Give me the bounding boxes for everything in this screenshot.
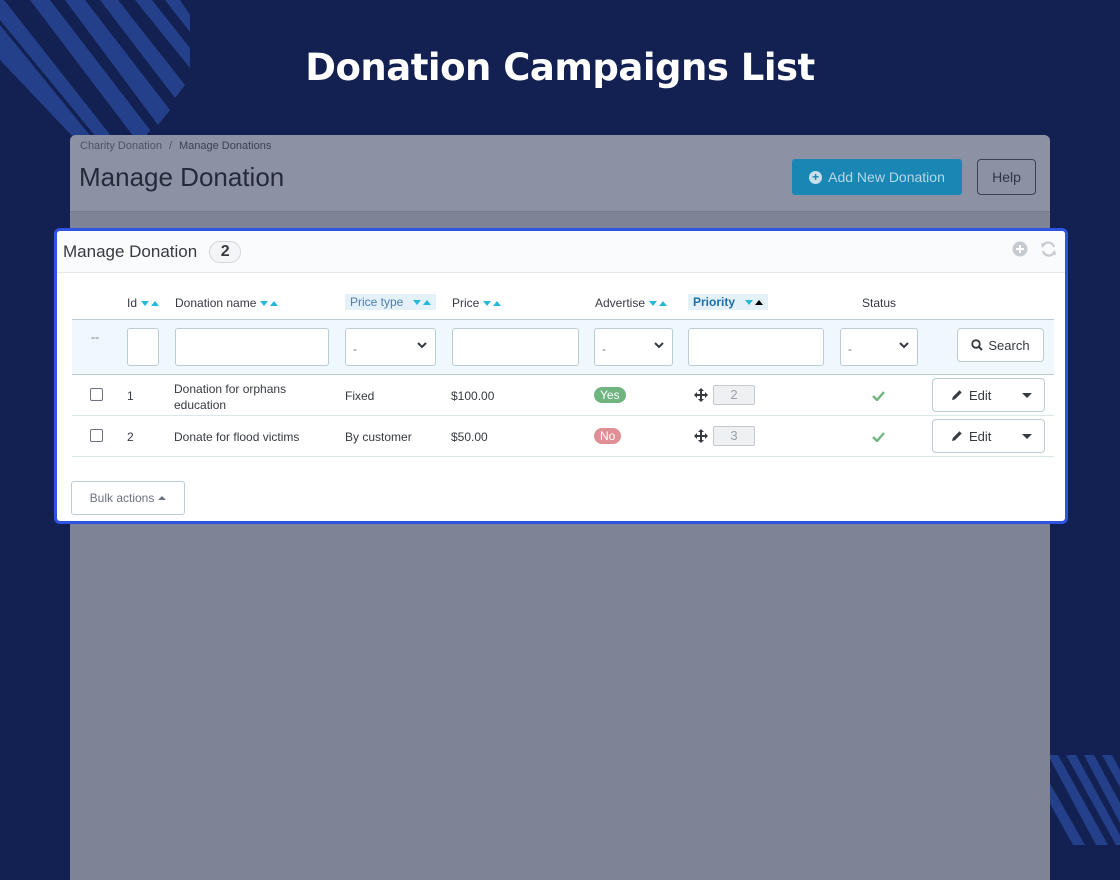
sort-asc-icon[interactable]: [151, 300, 160, 306]
panel-title: Manage Donation 2: [63, 241, 242, 263]
breadcrumb: Charity Donation / Manage Donations: [80, 140, 271, 152]
position-value: 2: [713, 385, 755, 405]
table-row[interactable]: 1 Donation for orphans education Fixed $…: [72, 375, 1054, 416]
sort-asc-icon[interactable]: [270, 300, 279, 306]
row-price: $100.00: [451, 389, 495, 403]
move-icon[interactable]: [694, 429, 708, 446]
column-status: Status: [862, 296, 897, 310]
column-donation-name: Donation name: [175, 296, 279, 310]
sort-asc-active-icon[interactable]: [755, 299, 764, 305]
page-toolbar: Charity Donation / Manage Donations Manage…: [70, 135, 1050, 212]
check-icon[interactable]: [872, 431, 885, 445]
sort-asc-icon[interactable]: [659, 300, 668, 306]
toolbar-title: Manage Donation: [79, 162, 285, 192]
row-price-type: Fixed: [345, 389, 375, 403]
breadcrumb-root-link[interactable]: Charity Donation: [80, 140, 162, 152]
sort-desc-icon[interactable]: [483, 300, 492, 306]
priority-filter-input[interactable]: [688, 328, 824, 366]
panel-header: Manage Donation 2: [57, 231, 1065, 273]
add-new-donation-button[interactable]: + Add New Donation: [792, 159, 962, 195]
sort-desc-icon[interactable]: [649, 300, 658, 306]
help-button[interactable]: Help: [977, 159, 1036, 195]
column-price-type: Price type: [345, 294, 437, 310]
add-new-donation-label: Add New Donation: [828, 169, 945, 185]
bulk-filter-placeholder: --: [91, 330, 99, 344]
position-value: 3: [713, 426, 755, 446]
bulk-actions-button[interactable]: Bulk actions: [71, 481, 185, 515]
price-type-filter-select[interactable]: -: [345, 328, 436, 366]
sort-desc-icon[interactable]: [745, 299, 754, 305]
sort-desc-icon[interactable]: [260, 300, 269, 306]
filter-row: -- - - - Search: [72, 319, 1054, 375]
row-checkbox[interactable]: [90, 388, 103, 401]
row-advertise[interactable]: Yes: [594, 387, 626, 403]
table-row[interactable]: 2 Donate for flood victims By customer $…: [72, 416, 1054, 457]
row-advertise[interactable]: No: [594, 428, 622, 444]
panel-title-text: Manage Donation: [63, 242, 198, 261]
row-donation-name: Donation for orphans education: [174, 382, 287, 412]
row-donation-name: Donate for flood victims: [174, 430, 300, 444]
price-filter-input[interactable]: [452, 328, 579, 366]
caret-up-icon: [158, 496, 167, 500]
table-header: Id Donation name Price type Price Advert…: [72, 291, 1054, 319]
plus-circle-icon: +: [809, 170, 823, 184]
page-heading: Donation Campaigns List: [305, 46, 815, 89]
sort-desc-icon[interactable]: [141, 300, 150, 306]
count-badge: 2: [209, 241, 242, 263]
refresh-icon[interactable]: [1040, 241, 1057, 257]
row-id: 1: [127, 389, 134, 403]
chevron-down-icon: [899, 342, 909, 349]
edit-button[interactable]: Edit: [932, 419, 1045, 453]
column-advertise: Advertise: [595, 296, 668, 310]
column-price: Price: [452, 296, 502, 310]
advertise-badge: Yes: [594, 387, 626, 403]
pencil-icon: [952, 431, 962, 441]
breadcrumb-current: Manage Donations: [179, 140, 272, 152]
breadcrumb-separator: /: [168, 140, 172, 152]
advertise-badge: No: [594, 428, 622, 444]
chevron-down-icon: [417, 342, 427, 349]
edit-button[interactable]: Edit: [932, 378, 1045, 412]
edit-dropdown-caret-icon[interactable]: [1022, 392, 1032, 398]
row-price: $50.00: [451, 430, 488, 444]
id-filter-input[interactable]: [127, 328, 159, 366]
search-button[interactable]: Search: [957, 328, 1044, 362]
chevron-down-icon: [654, 342, 664, 349]
search-icon: [971, 339, 984, 351]
column-id: Id: [127, 296, 160, 310]
sort-asc-icon[interactable]: [423, 299, 432, 305]
donations-table: Id Donation name Price type Price Advert…: [72, 291, 1054, 457]
advertise-filter-select[interactable]: -: [594, 328, 673, 366]
sort-desc-icon[interactable]: [413, 299, 422, 305]
column-priority: Priority: [688, 294, 768, 310]
check-icon[interactable]: [872, 390, 885, 404]
sort-asc-icon[interactable]: [493, 300, 502, 306]
move-icon[interactable]: [694, 388, 708, 405]
edit-dropdown-caret-icon[interactable]: [1022, 433, 1032, 439]
pencil-icon: [952, 390, 962, 400]
decorative-stripes-icon: [1048, 755, 1120, 845]
donation-name-filter-input[interactable]: [175, 328, 329, 366]
row-checkbox[interactable]: [90, 429, 103, 442]
status-filter-select[interactable]: -: [840, 328, 918, 366]
row-price-type: By customer: [345, 430, 412, 444]
row-id: 2: [127, 430, 134, 444]
manage-donation-panel: Manage Donation 2 Id Donation name Price…: [54, 228, 1068, 524]
plus-circle-icon[interactable]: [1012, 241, 1028, 257]
